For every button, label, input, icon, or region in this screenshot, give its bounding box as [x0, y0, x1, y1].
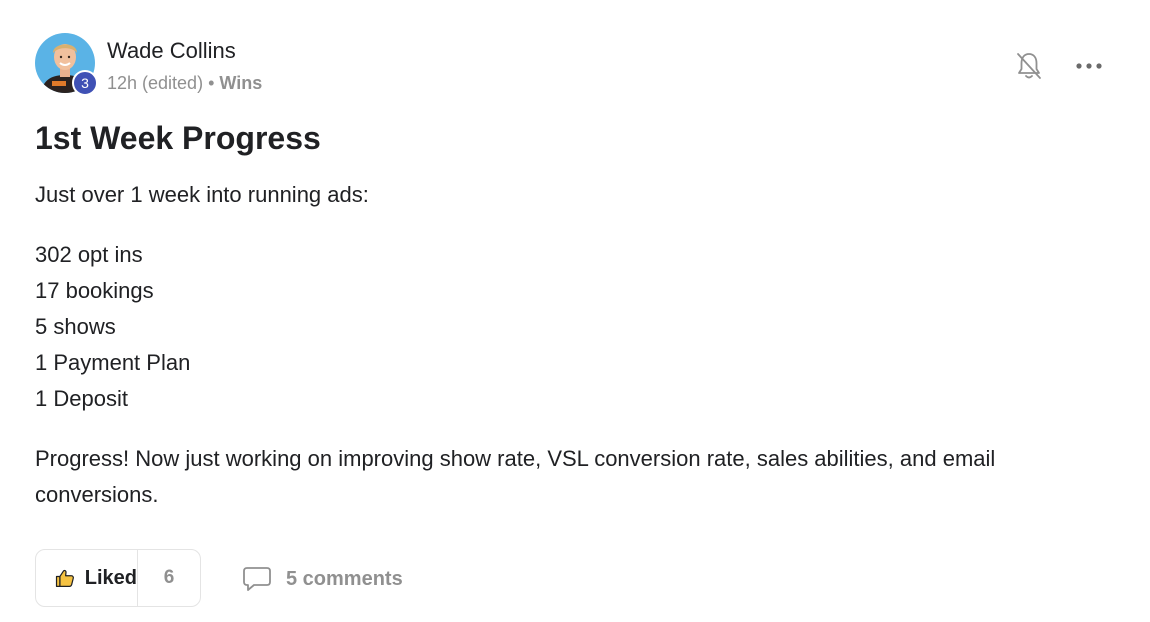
thumbs-up-icon	[55, 569, 74, 587]
comments-label: 5 comments	[286, 567, 403, 590]
post-intro: Just over 1 week into running ads:	[35, 182, 369, 207]
comments-link[interactable]: 5 comments	[242, 566, 403, 592]
meta-separator: •	[208, 73, 215, 93]
post-time: 12h (edited)	[107, 73, 204, 93]
like-label: Liked	[84, 566, 137, 589]
post-body: Just over 1 week into running ads: 302 o…	[35, 177, 1115, 513]
like-toggle[interactable]: Liked	[36, 550, 138, 606]
comment-bubble-icon	[243, 567, 271, 591]
author-name[interactable]: Wade Collins	[107, 37, 236, 65]
stat-line: 17 bookings	[35, 278, 154, 303]
like-button[interactable]: Liked 6	[35, 549, 201, 607]
stat-line: 302 opt ins	[35, 242, 143, 267]
post-outro: Progress! Now just working on improving …	[35, 446, 996, 507]
bell-off-icon[interactable]	[1015, 51, 1043, 81]
more-horizontal-icon[interactable]	[1074, 55, 1104, 77]
post-meta: 12h (edited) • Wins	[107, 71, 262, 95]
author-avatar[interactable]: 3	[35, 33, 98, 96]
stat-line: 5 shows	[35, 314, 116, 339]
post-category[interactable]: Wins	[219, 73, 262, 93]
stat-line: 1 Deposit	[35, 386, 128, 411]
post-card: 3 Wade Collins 12h (edited) • Wins 1st W…	[0, 0, 1150, 622]
level-badge: 3	[72, 70, 98, 96]
post-title: 1st Week Progress	[35, 120, 321, 156]
stat-line: 1 Payment Plan	[35, 350, 191, 375]
like-count[interactable]: 6	[138, 550, 200, 606]
